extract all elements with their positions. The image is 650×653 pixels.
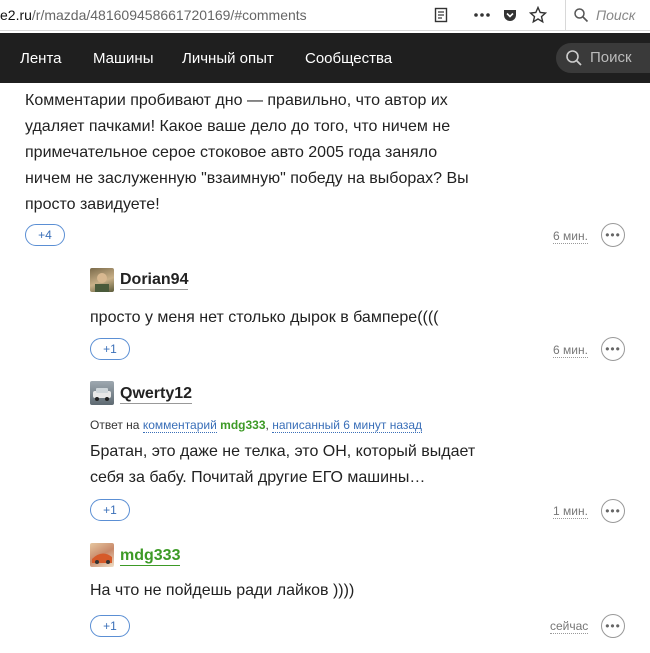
comment-more-button[interactable]: ••• bbox=[601, 499, 625, 523]
nav-item-feed[interactable]: Лента bbox=[20, 50, 62, 67]
more-dots-icon: ••• bbox=[605, 228, 621, 242]
like-button[interactable]: +1 bbox=[90, 499, 130, 521]
avatar[interactable] bbox=[90, 268, 114, 292]
nav-item-communities[interactable]: Сообщества bbox=[305, 50, 392, 67]
comment-text: просто у меня нет столько дырок в бампер… bbox=[90, 309, 439, 326]
comment-more-button[interactable]: ••• bbox=[601, 337, 625, 361]
url-host: e2.ru bbox=[0, 7, 32, 23]
bookmark-star-icon[interactable] bbox=[527, 4, 549, 26]
reader-icon[interactable] bbox=[430, 4, 452, 26]
comment-line: просто завидуете! bbox=[25, 196, 160, 213]
comment-time-link[interactable]: 1 мин. bbox=[553, 504, 588, 519]
comment-author-link[interactable]: Dorian94 bbox=[120, 270, 189, 290]
more-dots-icon: ••• bbox=[605, 504, 621, 518]
search-icon bbox=[570, 4, 592, 26]
comment-time-link[interactable]: сейчас bbox=[550, 619, 589, 634]
browser-toolbar: e2.ru/r/mazda/481609458661720169/#commen… bbox=[0, 0, 650, 31]
more-icon[interactable] bbox=[471, 4, 493, 26]
like-button[interactable]: +1 bbox=[90, 615, 130, 637]
comment-more-button[interactable]: ••• bbox=[601, 614, 625, 638]
comment-line: Братан, это даже не телка, это ОН, котор… bbox=[90, 443, 476, 460]
browser-search-placeholder: Поиск bbox=[596, 7, 636, 23]
browser-search-box[interactable]: Поиск bbox=[565, 0, 650, 30]
comment-author-link[interactable]: mdg333 bbox=[120, 546, 181, 566]
url-path: /r/mazda/481609458661720169/#comments bbox=[31, 7, 307, 23]
reply-info: Ответ на комментарий mdg333, написанный … bbox=[90, 418, 423, 433]
site-search-label: Поиск bbox=[590, 49, 632, 66]
comment-line: Комментарии пробивают дно — правильно, ч… bbox=[25, 92, 448, 109]
search-icon bbox=[565, 49, 583, 72]
more-dots-icon: ••• bbox=[605, 619, 621, 633]
pocket-icon[interactable] bbox=[499, 4, 521, 26]
comment-time-link[interactable]: 6 мин. bbox=[553, 343, 588, 358]
comment-text: Комментарии пробивают дно — правильно, ч… bbox=[25, 88, 585, 218]
reply-separator: , bbox=[265, 418, 269, 432]
avatar[interactable] bbox=[90, 543, 114, 567]
reply-comment-link[interactable]: комментарий bbox=[142, 418, 217, 433]
comment-line: примечательное серое стоковое авто 2005 … bbox=[25, 144, 438, 161]
comment-author-link[interactable]: Qwerty12 bbox=[120, 384, 193, 404]
address-bar[interactable]: e2.ru/r/mazda/481609458661720169/#commen… bbox=[0, 7, 307, 23]
like-button[interactable]: +4 bbox=[25, 224, 65, 246]
reply-prefix: Ответ на bbox=[90, 418, 140, 432]
comment-more-button[interactable]: ••• bbox=[601, 223, 625, 247]
nav-item-experience[interactable]: Личный опыт bbox=[182, 50, 274, 67]
comment-time-link[interactable]: 6 мин. bbox=[553, 229, 588, 244]
reply-user-link[interactable]: mdg333 bbox=[220, 418, 265, 432]
comment-line: ничем не заслуженную "взаимную" победу н… bbox=[25, 170, 469, 187]
comment-line: удаляет пачками! Какое ваше дело до того… bbox=[25, 118, 451, 135]
reply-time-link[interactable]: написанный 6 минут назад bbox=[272, 418, 423, 433]
site-search[interactable]: Поиск bbox=[556, 43, 650, 73]
comment-text: Братан, это даже не телка, это ОН, котор… bbox=[90, 439, 570, 491]
avatar[interactable] bbox=[90, 381, 114, 405]
like-button[interactable]: +1 bbox=[90, 338, 130, 360]
nav-item-cars[interactable]: Машины bbox=[93, 50, 153, 67]
site-navbar: Лента Машины Личный опыт Сообщества Поис… bbox=[0, 33, 650, 83]
comment-text: На что не пойдешь ради лайков )))) bbox=[90, 582, 355, 599]
more-dots-icon: ••• bbox=[605, 342, 621, 356]
comment-line: себя за бабу. Почитай другие ЕГО машины… bbox=[90, 469, 426, 486]
